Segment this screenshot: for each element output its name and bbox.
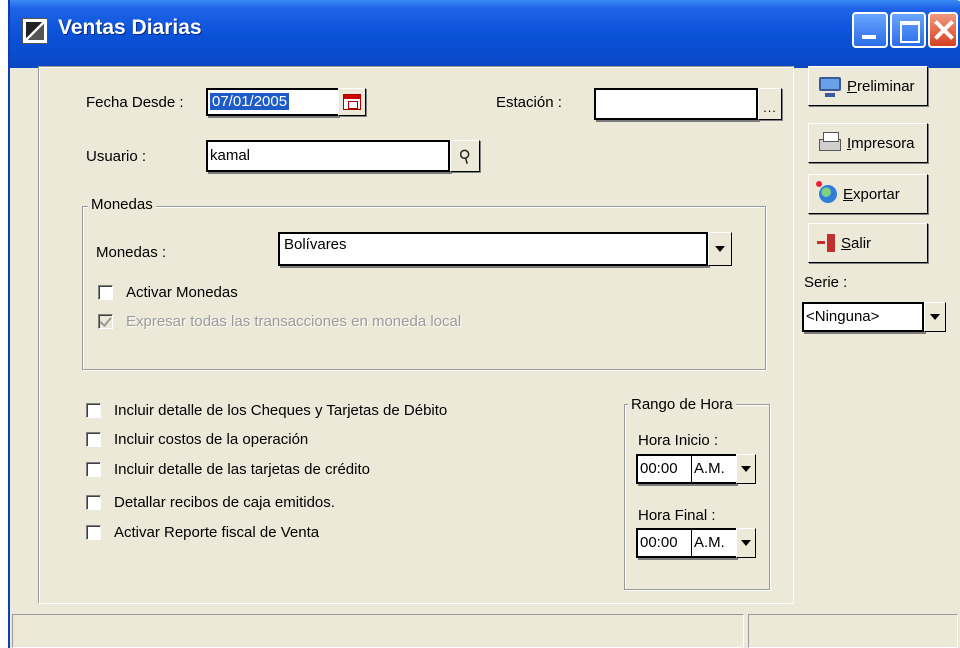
exit-icon (817, 234, 835, 252)
impresora-button[interactable]: Impresora (808, 123, 928, 163)
serie-dropdown-button[interactable] (924, 302, 946, 332)
hora-inicio-dropdown-button[interactable] (736, 454, 756, 484)
minimize-button[interactable] (852, 12, 888, 48)
binoculars-icon: ⚲ (456, 145, 474, 167)
rango-hora-title: Rango de Hora (628, 396, 736, 413)
preliminar-button[interactable]: Preliminar (808, 66, 928, 106)
fecha-desde-value: 07/01/2005 (210, 93, 290, 110)
hora-final-dropdown-button[interactable] (736, 528, 756, 558)
status-panel-secondary (748, 614, 958, 648)
monedas-dropdown-button[interactable] (708, 232, 732, 266)
option-label: Incluir detalle de las tarjetas de crédi… (114, 461, 370, 478)
serie-label: Serie : (804, 274, 848, 291)
monedas-select[interactable]: Bolívares (278, 232, 708, 266)
option-label: Activar Reporte fiscal de Venta (114, 524, 320, 541)
monitor-icon (819, 77, 841, 97)
option-checkbox[interactable] (86, 403, 101, 418)
usuario-input[interactable]: kamal (206, 140, 450, 172)
option-row[interactable]: Activar Reporte fiscal de Venta (86, 524, 319, 541)
estacion-browse-button[interactable]: ... (758, 88, 782, 120)
status-bar (10, 612, 960, 648)
hora-final-ampm[interactable]: A.M. (692, 528, 736, 558)
hora-final-time[interactable]: 00:00 (636, 528, 692, 558)
salir-button[interactable]: Salir (808, 223, 928, 263)
option-row[interactable]: Detallar recibos de caja emitidos. (86, 494, 335, 511)
expresar-local-checkbox (98, 314, 113, 329)
preliminar-label: Preliminar (847, 77, 915, 95)
hora-inicio-label: Hora Inicio : (638, 432, 719, 449)
usuario-label: Usuario : (86, 148, 147, 165)
hora-inicio-ampm[interactable]: A.M. (692, 454, 736, 484)
exportar-label: Exportar (843, 185, 900, 203)
option-checkbox[interactable] (86, 462, 101, 477)
option-row[interactable]: Incluir costos de la operación (86, 431, 308, 448)
monedas-group-title: Monedas (88, 196, 156, 213)
fecha-desde-label: Fecha Desde : (86, 94, 184, 111)
hora-inicio-time[interactable]: 00:00 (636, 454, 692, 484)
ellipsis-icon: ... (763, 99, 777, 115)
globe-icon (816, 181, 837, 203)
app-icon[interactable] (22, 18, 48, 44)
monedas-label: Monedas : (96, 244, 167, 261)
exportar-button[interactable]: Exportar (808, 174, 928, 214)
window-title: Ventas Diarias (58, 16, 202, 39)
expresar-local-checkbox-row: Expresar todas las transacciones en mone… (98, 313, 461, 330)
salir-label: Salir (841, 234, 872, 252)
option-label: Incluir detalle de los Cheques y Tarjeta… (114, 402, 448, 419)
estacion-input[interactable] (594, 88, 758, 120)
serie-select[interactable]: <Ninguna> (802, 302, 924, 332)
option-row[interactable]: Incluir detalle de las tarjetas de crédi… (86, 461, 370, 478)
printer-icon (819, 132, 841, 151)
user-search-button[interactable]: ⚲ (450, 140, 480, 172)
option-label: Detallar recibos de caja emitidos. (114, 494, 335, 511)
calendar-icon (343, 94, 361, 110)
window: Ventas Diarias Fecha Desde : 07/01/2005 … (8, 0, 960, 648)
calendar-button[interactable] (338, 88, 366, 116)
fecha-desde-input[interactable]: 07/01/2005 (206, 88, 338, 116)
estacion-label: Estación : (496, 94, 562, 111)
option-label: Incluir costos de la operación (114, 431, 309, 448)
impresora-label: Impresora (847, 134, 915, 152)
option-checkbox[interactable] (86, 495, 101, 510)
maximize-button[interactable] (890, 12, 926, 48)
hora-final-label: Hora Final : (638, 507, 716, 524)
activar-monedas-checkbox-row[interactable]: Activar Monedas (98, 284, 238, 301)
option-row[interactable]: Incluir detalle de los Cheques y Tarjeta… (86, 402, 447, 419)
activar-monedas-checkbox[interactable] (98, 285, 113, 300)
option-checkbox[interactable] (86, 432, 101, 447)
close-button[interactable] (928, 12, 958, 48)
option-checkbox[interactable] (86, 525, 101, 540)
activar-monedas-label: Activar Monedas (126, 284, 238, 301)
title-bar[interactable]: Ventas Diarias (10, 0, 960, 68)
expresar-local-label: Expresar todas las transacciones en mone… (126, 313, 462, 330)
status-panel-main (12, 614, 744, 648)
